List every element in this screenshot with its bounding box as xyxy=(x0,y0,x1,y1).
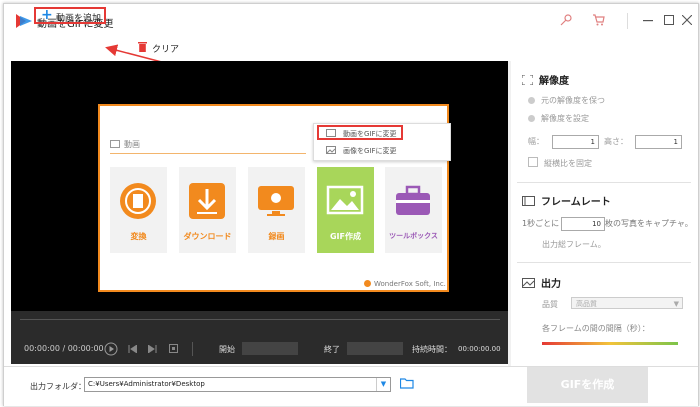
quality-label: 品質 xyxy=(542,300,558,309)
end-time-input[interactable] xyxy=(347,342,403,355)
frame-interval-label: 各フレームの間の間隔（秒）： xyxy=(542,324,650,333)
keep-resolution-radio[interactable]: 元の解像度を保つ xyxy=(528,95,605,106)
framerate-title: フレームレート xyxy=(541,197,611,208)
menu-item-image-to-gif[interactable]: 画像をGIFに変更 xyxy=(314,142,450,159)
resolution-icon xyxy=(521,74,534,86)
height-input[interactable]: 1 xyxy=(635,135,682,149)
tile-convert[interactable]: 変換 xyxy=(110,167,167,253)
film-icon xyxy=(110,140,120,148)
resolution-title: 解像度 xyxy=(539,76,569,87)
play-icon[interactable] xyxy=(104,342,118,356)
tile-record[interactable]: 録画 xyxy=(248,167,305,253)
radio-button xyxy=(528,115,535,122)
convert-icon xyxy=(120,183,156,219)
output-image-icon xyxy=(522,278,535,288)
framerate-suffix: 枚の写真をキャプチャ。 xyxy=(605,219,693,228)
snapshot-icon[interactable] xyxy=(169,344,178,353)
fix-aspect-label: 縦横比を固定 xyxy=(544,159,592,168)
home-card: 動画 変換 ダウンロード 録画 GIF作成 ツールボックス 動画をGIFに変更 … xyxy=(98,104,451,292)
width-input[interactable]: 1 xyxy=(552,135,599,149)
output-folder-label: 出力フォルダ： xyxy=(30,382,86,391)
brand-logo: WonderFox Soft, Inc. xyxy=(364,280,446,288)
brand-logo-icon xyxy=(364,280,371,287)
brand-text: WonderFox Soft, Inc. xyxy=(374,280,446,288)
tile-label: ツールボックス xyxy=(389,232,438,240)
width-label: 幅： xyxy=(528,137,544,146)
menu-label: 画像をGIFに変更 xyxy=(343,147,397,155)
section-divider xyxy=(517,182,691,183)
start-label: 開始 xyxy=(219,345,235,354)
menu-highlight xyxy=(317,125,403,140)
quality-select[interactable]: 高品質 ▼ xyxy=(571,297,683,309)
radio-button xyxy=(528,97,535,104)
keep-resolution-label: 元の解像度を保つ xyxy=(541,96,605,105)
section-divider xyxy=(110,153,306,154)
tile-label: ダウンロード xyxy=(183,232,232,241)
chevron-down-icon: ▼ xyxy=(673,300,679,308)
folder-icon[interactable] xyxy=(400,378,414,389)
film-strip-icon xyxy=(522,196,535,206)
image-icon xyxy=(326,146,336,154)
gif-image-icon xyxy=(326,185,364,215)
time-display: 00:00:00 / 00:00:00 xyxy=(24,344,104,353)
framerate-heading: フレームレート xyxy=(522,193,611,208)
output-folder-path: C:¥Users¥Administrator¥Desktop xyxy=(88,380,205,388)
framerate-input[interactable]: 10 xyxy=(561,217,605,231)
bottom-bar: 出力フォルダ： C:¥Users¥Administrator¥Desktop ▼… xyxy=(4,366,698,406)
fix-aspect-checkbox[interactable]: 縦横比を固定 xyxy=(528,157,592,169)
set-resolution-label: 解像度を設定 xyxy=(541,114,589,123)
end-label: 終了 xyxy=(324,345,340,354)
section-divider xyxy=(517,262,691,263)
seek-bar[interactable] xyxy=(20,319,500,320)
framerate-prefix: 1秒ごとに xyxy=(522,219,560,228)
tile-toolbox[interactable]: ツールボックス xyxy=(385,167,442,253)
output-title: 出力 xyxy=(541,279,561,290)
duration-label: 持続時間： xyxy=(412,345,452,354)
height-label: 高さ： xyxy=(604,137,628,146)
gif-menu: 動画をGIFに変更 画像をGIFに変更 xyxy=(313,123,451,161)
output-frames-label: 出力総フレーム。 xyxy=(542,240,606,249)
start-time-input[interactable] xyxy=(242,342,298,355)
checkbox xyxy=(528,157,538,167)
tile-gif-maker[interactable]: GIF作成 xyxy=(317,167,374,253)
create-gif-button[interactable]: GIFを作成 xyxy=(527,367,648,403)
duration-value: 00:00:00.00 xyxy=(458,345,501,353)
video-preview: 動画 変換 ダウンロード 録画 GIF作成 ツールボックス 動画をGIFに変更 … xyxy=(11,61,508,311)
control-separator xyxy=(192,342,193,356)
output-heading: 出力 xyxy=(522,275,561,290)
playback-controls: 00:00:00 / 00:00:00 開始 終了 持続時間： 00:00:00… xyxy=(11,311,508,364)
card-section-label: 動画 xyxy=(124,140,140,149)
set-resolution-radio[interactable]: 解像度を設定 xyxy=(528,113,589,124)
settings-panel: 解像度 元の解像度を保つ 解像度を設定 幅： 1 高さ： 1 縦横比を固定 フレ… xyxy=(511,61,698,366)
chevron-down-icon[interactable]: ▼ xyxy=(376,378,390,391)
app-window: 動画をGIFに変更 + 動画を追加 クリア 動画 変換 ダウンロード 録画 GI… xyxy=(3,3,699,406)
resolution-heading: 解像度 xyxy=(521,72,569,87)
tile-label: 変換 xyxy=(130,232,147,241)
next-icon[interactable] xyxy=(148,345,157,353)
tile-label: GIF作成 xyxy=(329,232,361,241)
download-icon xyxy=(189,183,225,219)
record-screen-icon xyxy=(258,186,294,216)
tile-download[interactable]: ダウンロード xyxy=(179,167,236,253)
tile-label: 録画 xyxy=(268,232,285,241)
previous-icon[interactable] xyxy=(128,345,137,353)
quality-value: 高品質 xyxy=(576,300,597,308)
output-folder-field[interactable]: C:¥Users¥Administrator¥Desktop ▼ xyxy=(84,377,391,392)
toolbox-icon xyxy=(396,185,430,215)
frame-interval-slider[interactable] xyxy=(542,342,678,345)
